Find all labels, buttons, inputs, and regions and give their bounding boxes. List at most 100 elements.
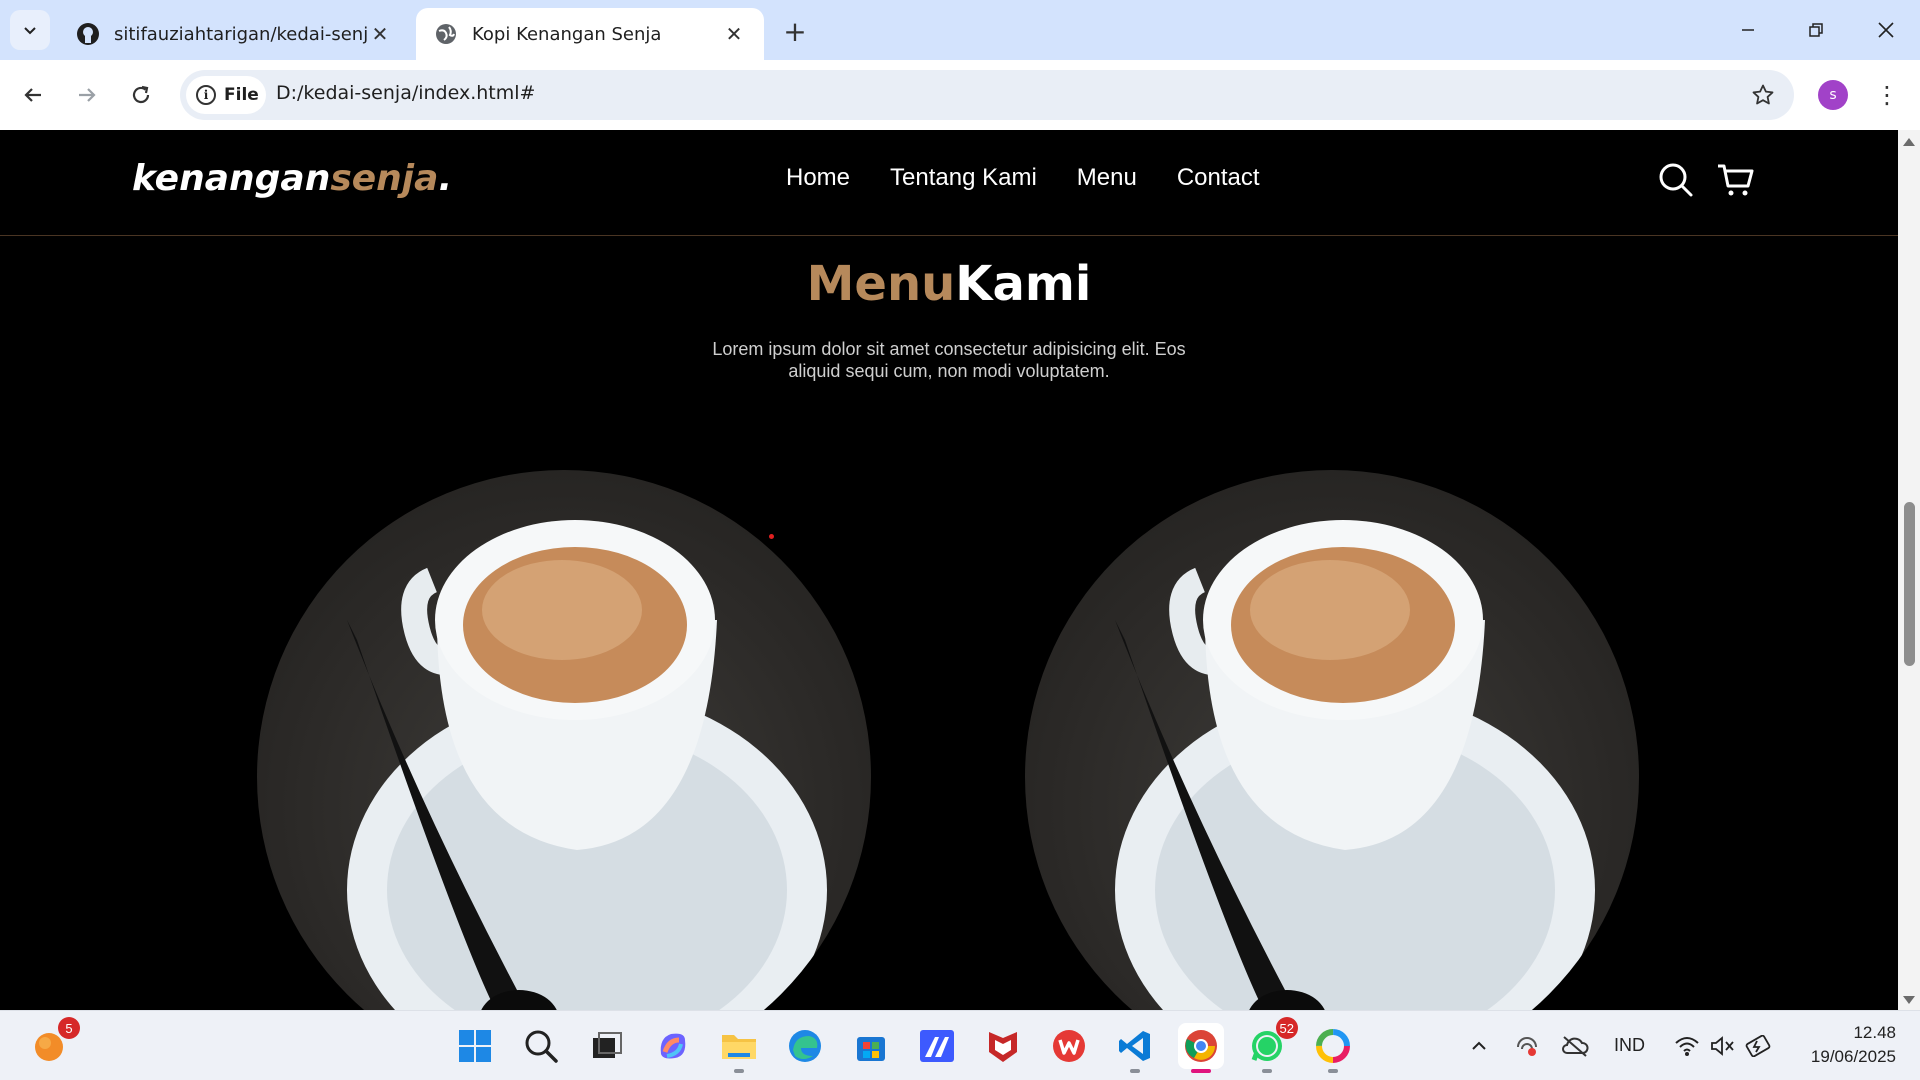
scroll-down-icon[interactable] (1903, 996, 1915, 1004)
reload-button[interactable] (122, 76, 160, 114)
active-indicator (1191, 1069, 1211, 1073)
back-button[interactable] (14, 76, 52, 114)
close-tab-icon[interactable]: ✕ (368, 22, 392, 46)
coffee-cup-image (347, 520, 827, 1010)
tab-kopi-kenangan[interactable]: Kopi Kenangan Senja ✕ (416, 8, 764, 60)
running-indicator (1130, 1069, 1140, 1073)
logo-accent: senja (330, 158, 439, 199)
scrollbar-thumb[interactable] (1904, 502, 1915, 666)
store-button[interactable] (848, 1023, 894, 1069)
minimize-icon (1742, 29, 1754, 31)
menu-section-title: MenuKami (0, 256, 1898, 312)
site-info-chip[interactable]: i File (186, 76, 266, 114)
clock-date[interactable]: 19/06/2025 (1790, 1047, 1896, 1067)
whatsapp-badge: 52 (1275, 1017, 1298, 1039)
folder-icon (722, 1035, 756, 1059)
title-main: Kami (955, 256, 1092, 312)
arrow-right-icon (79, 88, 96, 102)
edge-button[interactable] (782, 1023, 828, 1069)
minimize-button[interactable] (1720, 10, 1776, 50)
copilot-icon (660, 1033, 686, 1059)
title-accent: Menu (806, 256, 956, 312)
notification-badge: 5 (58, 1017, 80, 1039)
globe-icon (434, 22, 458, 46)
menu-item-image (1025, 470, 1639, 1010)
nav-links: Home Tentang Kami Menu Contact (786, 164, 1260, 192)
profile-avatar[interactable]: s (1818, 80, 1848, 110)
nav-home[interactable]: Home (786, 164, 850, 192)
bookmark-button[interactable] (1748, 80, 1778, 110)
search-icon[interactable] (1656, 160, 1696, 200)
url-text[interactable]: D:/kedai-senja/index.html# (276, 82, 535, 104)
cloud-offline-icon (1562, 1036, 1589, 1057)
windows-logo-icon (459, 1030, 491, 1062)
vscode-button[interactable] (1112, 1023, 1158, 1073)
address-bar[interactable]: i File D:/kedai-senja/index.html# (180, 70, 1794, 120)
restore-icon (1809, 23, 1823, 37)
search-button[interactable] (518, 1023, 564, 1069)
start-button[interactable] (452, 1023, 498, 1069)
weather-widget[interactable]: 5 (26, 1017, 80, 1069)
tray-overflow-button[interactable] (1456, 1023, 1502, 1069)
nav-contact[interactable]: Contact (1177, 164, 1260, 192)
file-explorer-button[interactable] (716, 1023, 762, 1073)
menu-section-description: Lorem ipsum dolor sit amet consectetur a… (712, 339, 1186, 381)
forward-button[interactable] (68, 76, 106, 114)
site-navbar: kenangansenja. Home Tentang Kami Menu Co… (0, 130, 1898, 236)
github-icon (76, 22, 100, 46)
copilot-button[interactable] (650, 1023, 696, 1069)
wifi-icon (1675, 1037, 1699, 1056)
store-icon (857, 1037, 885, 1061)
tray-app[interactable] (1504, 1023, 1550, 1069)
chevron-up-icon (1472, 1041, 1486, 1050)
scroll-up-icon[interactable] (1903, 138, 1915, 146)
tab-search-button[interactable] (10, 10, 50, 50)
app-button[interactable] (914, 1023, 960, 1069)
logo-dot: . (438, 158, 453, 199)
battery-button[interactable] (1736, 1023, 1782, 1069)
more-menu-icon[interactable]: ⋮ (1872, 80, 1902, 110)
task-view-icon (593, 1032, 622, 1058)
battery-charging-icon (1745, 1035, 1771, 1057)
tab-strip: sitifauziahtarigan/kedai-senja ✕ Kopi Ke… (0, 0, 1920, 60)
menu-item-image (257, 470, 871, 1010)
wps-icon (1053, 1030, 1085, 1062)
close-icon (1878, 22, 1894, 38)
language-indicator[interactable]: IND (1614, 1035, 1645, 1056)
volume-muted-icon (1711, 1036, 1734, 1056)
web-page: kenangansenja. Home Tentang Kami Menu Co… (0, 130, 1898, 1010)
running-indicator (1262, 1069, 1272, 1073)
cloud-sync-icon (1517, 1037, 1537, 1056)
page-scrollbar[interactable] (1898, 130, 1920, 1010)
new-tab-button[interactable]: + (778, 14, 812, 48)
tab-title: sitifauziahtarigan/kedai-senja (114, 23, 368, 45)
star-icon (1752, 84, 1774, 105)
task-view-button[interactable] (584, 1023, 630, 1069)
tab-title: Kopi Kenangan Senja (472, 23, 662, 45)
wps-button[interactable] (1046, 1023, 1092, 1069)
windows-taskbar: 5 52 IND 12.48 19/06/2025 (0, 1010, 1920, 1080)
nav-tentang-kami[interactable]: Tentang Kami (890, 164, 1037, 192)
mcafee-button[interactable] (980, 1023, 1026, 1069)
shopping-cart-icon[interactable] (1716, 160, 1756, 200)
site-logo[interactable]: kenangansenja. (132, 158, 452, 199)
coffee-cup-image (1115, 520, 1595, 1010)
ring-app-icon (1316, 1029, 1350, 1063)
vscode-icon (1119, 1031, 1150, 1061)
restore-button[interactable] (1788, 10, 1844, 50)
app-ring-button[interactable] (1310, 1023, 1356, 1073)
chrome-button[interactable] (1178, 1023, 1224, 1073)
site-info-label: File (224, 85, 259, 105)
close-tab-icon[interactable]: ✕ (722, 22, 746, 46)
browser-toolbar: i File D:/kedai-senja/index.html# s ⋮ (0, 60, 1920, 130)
close-window-button[interactable] (1858, 10, 1914, 50)
search-icon (525, 1030, 558, 1063)
clock-time[interactable]: 12.48 (1800, 1023, 1896, 1043)
onedrive-button[interactable] (1552, 1023, 1598, 1069)
nav-menu[interactable]: Menu (1077, 164, 1137, 192)
app-icon (920, 1030, 954, 1062)
running-indicator (734, 1069, 744, 1073)
tab-github[interactable]: sitifauziahtarigan/kedai-senja ✕ (58, 8, 410, 60)
edge-icon (789, 1030, 821, 1062)
whatsapp-button[interactable]: 52 (1244, 1017, 1298, 1073)
